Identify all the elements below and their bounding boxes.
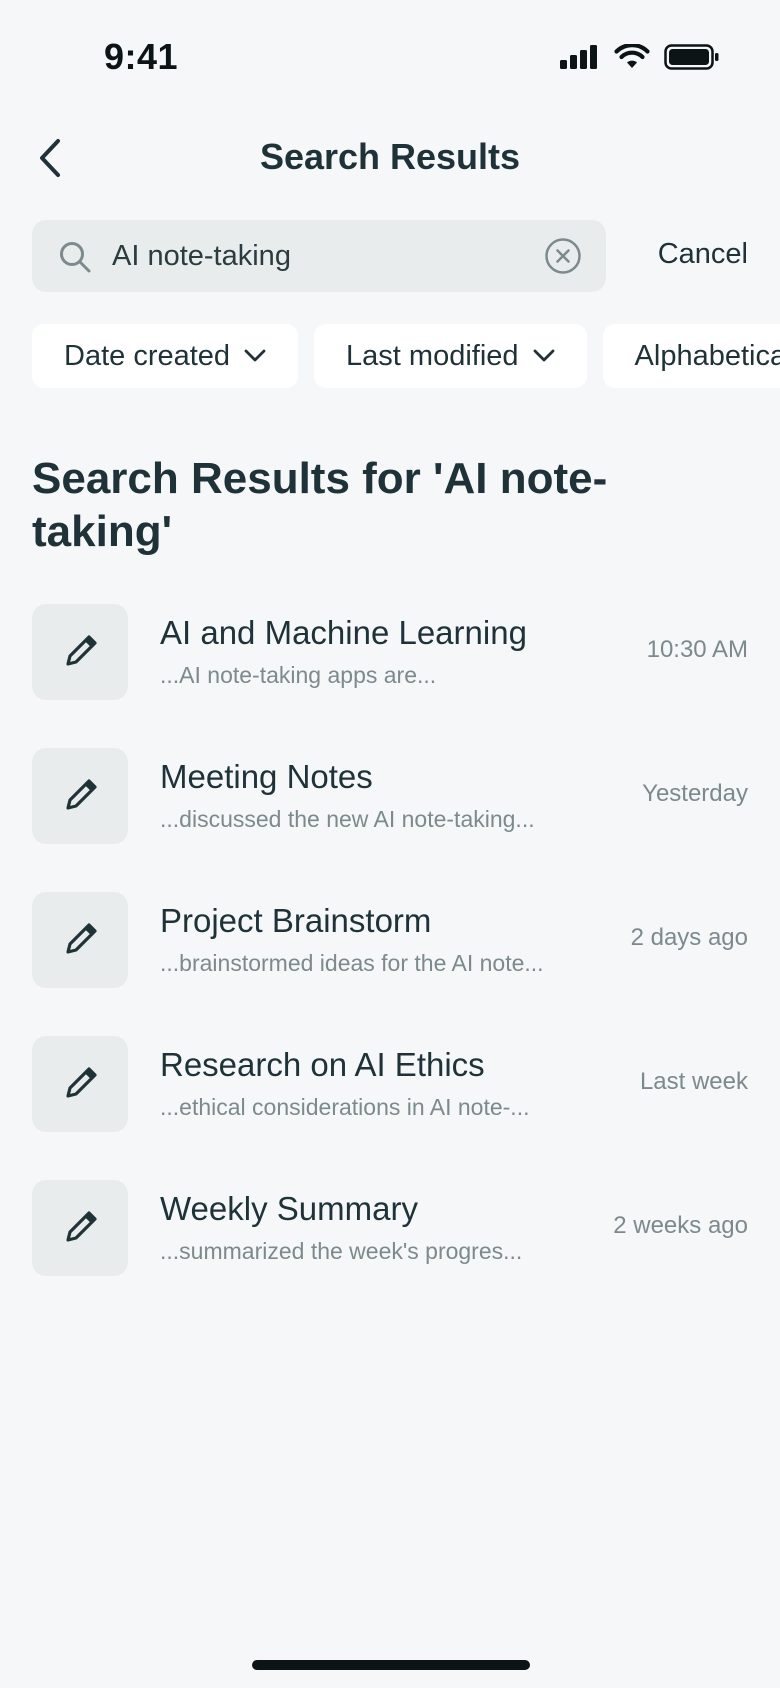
item-timestamp: Yesterday (642, 780, 748, 807)
item-timestamp: 10:30 AM (646, 636, 748, 663)
search-row: Cancel (32, 220, 748, 292)
nav-header: Search Results (0, 118, 780, 196)
clear-circle-icon[interactable] (544, 237, 582, 275)
item-title: Project Brainstorm (160, 902, 432, 939)
note-icon-tile (32, 604, 128, 700)
home-indicator[interactable] (252, 1660, 530, 1670)
filter-label: Date created (64, 339, 231, 372)
chevron-down-icon (244, 349, 266, 362)
list-item[interactable]: Weekly Summary ...summarized the week's … (32, 1180, 748, 1276)
results-list: AI and Machine Learning ...AI note-takin… (32, 604, 748, 1324)
item-title: AI and Machine Learning (160, 614, 527, 651)
pencil-icon (66, 635, 97, 666)
pencil-icon (66, 1067, 97, 1098)
filter-alphabetical[interactable]: Alphabetical (602, 324, 780, 388)
page-title: Search Results (259, 136, 521, 177)
search-box[interactable] (32, 220, 606, 292)
item-snippet: ...AI note-taking apps are... (160, 662, 437, 688)
item-title: Weekly Summary (160, 1190, 418, 1227)
pencil-icon (66, 923, 97, 954)
wifi-icon (614, 44, 650, 68)
pencil-icon (66, 779, 97, 810)
filter-last-modified[interactable]: Last modified (314, 324, 587, 388)
note-icon-tile (32, 892, 128, 988)
list-item[interactable]: AI and Machine Learning ...AI note-takin… (32, 604, 748, 700)
list-item[interactable]: Meeting Notes ...discussed the new AI no… (32, 748, 748, 844)
item-timestamp: 2 weeks ago (613, 1212, 748, 1239)
cellular-signal-icon (560, 45, 597, 69)
battery-icon (664, 44, 719, 70)
filter-date-created[interactable]: Date created (32, 324, 299, 388)
chevron-down-icon (533, 349, 554, 362)
note-icon-tile (32, 1036, 128, 1132)
results-heading: Search Results for 'AI note-taking' (32, 454, 608, 556)
pencil-icon (66, 1211, 97, 1242)
item-title: Meeting Notes (160, 758, 373, 795)
item-snippet: ...ethical considerations in AI note-... (160, 1094, 530, 1120)
status-icons (560, 44, 720, 70)
search-results-screen: 9:41 Search Results AI note-taking Cance… (0, 0, 780, 1688)
filter-label: Last modified (346, 339, 519, 372)
list-item[interactable]: Project Brainstorm ...brainstormed ideas… (32, 892, 748, 988)
filter-label: Alphabetical (634, 339, 780, 372)
item-title: Research on AI Ethics (160, 1046, 485, 1083)
note-icon-tile (32, 748, 128, 844)
item-timestamp: Last week (639, 1068, 748, 1095)
cancel-button[interactable]: Cancel (658, 238, 748, 271)
list-item[interactable]: Research on AI Ethics ...ethical conside… (32, 1036, 748, 1132)
status-time: 9:41 (104, 36, 179, 77)
item-snippet: ...discussed the new AI note-taking... (160, 806, 535, 832)
search-icon (60, 242, 91, 273)
item-snippet: ...brainstormed ideas for the AI note... (160, 950, 544, 976)
note-icon-tile (32, 1180, 128, 1276)
item-snippet: ...summarized the week's progres... (160, 1238, 523, 1264)
status-bar: 9:41 (0, 0, 780, 118)
item-timestamp: 2 days ago (630, 924, 748, 951)
search-input[interactable] (112, 220, 512, 292)
filter-chips: Date created Last modified Alphabetical (32, 324, 780, 388)
